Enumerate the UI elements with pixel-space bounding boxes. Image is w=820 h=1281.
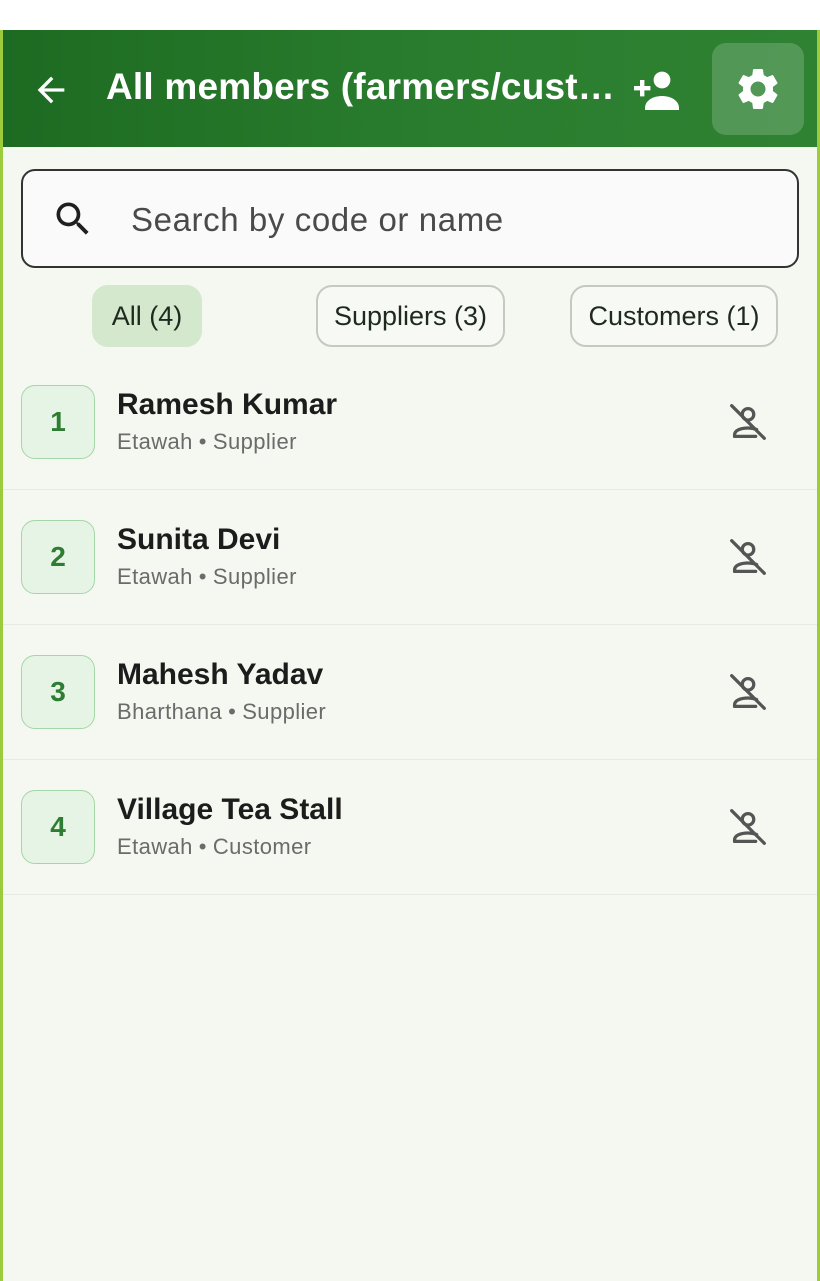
no-account-icon[interactable] [725,534,771,580]
no-account-icon[interactable] [725,399,771,445]
member-row[interactable]: 4 Village Tea Stall Etawah • Customer [3,760,817,895]
member-name: Village Tea Stall [117,793,343,826]
no-account-icon[interactable] [725,669,771,715]
member-code-badge: 3 [21,655,95,729]
app-bar: All members (farmers/cust… [3,30,817,147]
member-place: Etawah [117,429,193,454]
separator-dot: • [198,834,207,859]
page-title: All members (farmers/cust… [106,66,615,107]
member-list: 1 Ramesh Kumar Etawah • Supplier 2 Sunita … [3,355,817,895]
member-row[interactable]: 3 Mahesh Yadav Bharthana • Supplier [3,625,817,760]
member-code-badge: 2 [21,520,95,594]
member-name: Sunita Devi [117,523,281,556]
gear-icon [738,68,778,109]
member-row[interactable]: 1 Ramesh Kumar Etawah • Supplier [3,355,817,490]
member-place: Bharthana [117,699,223,724]
filter-chip-label: All (4) [111,300,183,331]
filter-chip-all[interactable]: All (4) [92,285,202,347]
filter-chip-suppliers[interactable]: Suppliers (3) [316,285,505,347]
members-screen: All members (farmers/cust… All (4) Suppl… [0,30,820,1281]
filter-chip-label: Suppliers (3) [333,300,488,331]
member-role: Supplier [212,429,297,454]
filter-chip-label: Customers (1) [588,300,760,331]
search-input[interactable] [129,191,773,249]
member-place: Etawah [117,564,193,589]
member-code-badge: 1 [21,385,95,459]
member-subtitle: Bharthana • Supplier [117,699,326,725]
search-icon [56,202,89,235]
member-code-badge: 4 [21,790,95,864]
member-subtitle: Etawah • Supplier [117,429,297,455]
member-role: Supplier [212,564,297,589]
person-add-icon [634,71,679,110]
member-subtitle: Etawah • Customer [117,834,311,860]
settings-button[interactable] [712,43,804,135]
separator-dot: • [228,699,237,724]
member-role: Customer [212,834,312,859]
separator-dot: • [198,564,207,589]
member-role: Supplier [242,699,327,724]
filter-chip-customers[interactable]: Customers (1) [570,285,778,347]
separator-dot: • [198,429,207,454]
no-account-icon[interactable] [725,804,771,850]
member-place: Etawah [117,834,193,859]
back-button[interactable] [25,64,77,116]
member-name: Mahesh Yadav [117,658,324,691]
member-name: Ramesh Kumar [117,388,338,421]
search-field[interactable] [21,169,799,268]
add-member-button[interactable] [623,64,689,116]
arrow-back-icon [37,76,65,104]
member-subtitle: Etawah • Supplier [117,564,297,590]
member-row[interactable]: 2 Sunita Devi Etawah • Supplier [3,490,817,625]
